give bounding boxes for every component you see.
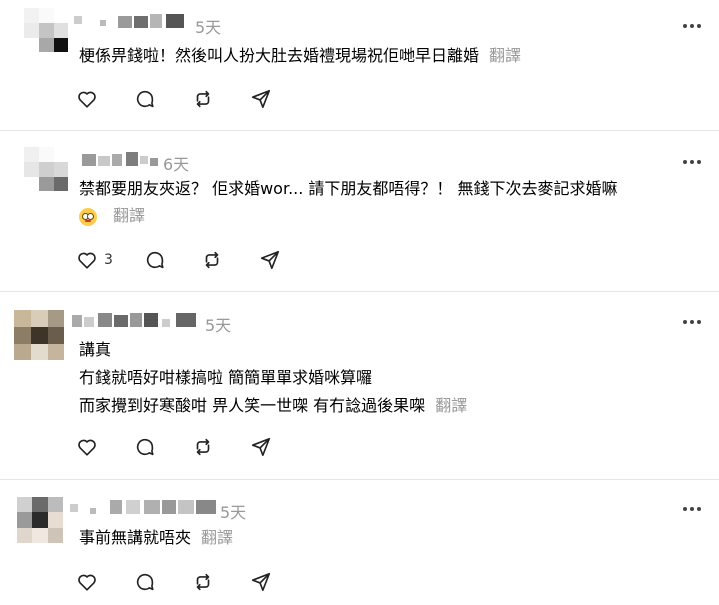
post-text-line: 冇錢就唔好咁樣搞啦 簡簡單單求婚咪算囉 — [79, 368, 373, 387]
repost-icon — [196, 90, 210, 108]
username-blurred[interactable] — [82, 152, 158, 166]
post-text-line: 而家攪到好寒酸咁 畀人笑一世㗎 有冇諗過後果㗎 — [79, 396, 426, 415]
comment-icon — [136, 90, 154, 108]
more-icon[interactable] — [683, 24, 703, 30]
repost-icon — [196, 438, 210, 456]
comment-button[interactable] — [134, 87, 156, 111]
divider — [0, 291, 719, 292]
heart-icon — [78, 252, 96, 269]
comment-button[interactable] — [134, 570, 156, 594]
repost-icon — [205, 251, 219, 269]
post-time: 5天 — [205, 316, 232, 335]
username-blurred[interactable] — [70, 500, 216, 514]
comment-button[interactable] — [144, 248, 166, 272]
share-button[interactable] — [250, 435, 272, 459]
like-button[interactable] — [76, 87, 98, 111]
share-icon — [251, 572, 271, 592]
post-body: 梗係畀錢啦！然後叫人扮大肚去婚禮現場祝佢哋早日離婚 翻譯 — [79, 42, 521, 70]
share-icon — [251, 89, 271, 109]
comment-icon — [146, 251, 164, 269]
like-count: 3 — [104, 252, 113, 268]
share-button[interactable] — [250, 87, 272, 111]
divider — [0, 130, 719, 131]
post-body: 禁都要朋友夾返？ 佢求婚wor... 請下朋友都唔得？！ 無錢下次去麥記求婚嘛 — [79, 175, 618, 203]
repost-button[interactable] — [192, 87, 214, 111]
post-time: 6天 — [163, 155, 190, 174]
username-blurred[interactable] — [72, 313, 196, 327]
heart-icon — [78, 574, 96, 591]
share-button[interactable] — [250, 570, 272, 594]
post-text-line: 禁都要朋友夾返？ 佢求婚wor... 請下朋友都唔得？！ 無錢下次去麥記求婚嘛 — [79, 179, 618, 198]
post-body: 事前無講就唔夾 翻譯 — [79, 524, 233, 552]
post-body-line2: 翻譯 — [79, 202, 145, 230]
post-text-line: 講真 — [79, 340, 112, 359]
comment-button[interactable] — [134, 435, 156, 459]
username-blurred[interactable] — [74, 14, 184, 28]
heart-icon — [78, 91, 96, 108]
avatar[interactable] — [14, 310, 64, 360]
avatar[interactable] — [24, 147, 68, 191]
comment-icon — [136, 573, 154, 591]
post-text-line: 事前無講就唔夾 — [79, 528, 192, 547]
comment-icon — [136, 438, 154, 456]
repost-button[interactable] — [201, 248, 223, 272]
more-icon[interactable] — [683, 507, 703, 513]
share-button[interactable] — [259, 248, 281, 272]
translate-link[interactable]: 翻譯 — [489, 46, 521, 65]
repost-button[interactable] — [192, 570, 214, 594]
post-time: 5天 — [195, 18, 222, 37]
divider — [0, 479, 719, 480]
translate-link[interactable]: 翻譯 — [201, 528, 233, 547]
translate-link[interactable]: 翻譯 — [435, 396, 467, 415]
post-text-line: 梗係畀錢啦！然後叫人扮大肚去婚禮現場祝佢哋早日離婚 — [79, 46, 480, 65]
like-button[interactable]: 3 — [76, 248, 113, 272]
avatar[interactable] — [17, 497, 63, 543]
repost-button[interactable] — [192, 435, 214, 459]
like-button[interactable] — [76, 570, 98, 594]
repost-icon — [196, 573, 210, 591]
avatar[interactable] — [24, 8, 68, 52]
rolling-eyes-emoji — [79, 207, 97, 226]
share-icon — [260, 250, 280, 270]
share-icon — [251, 437, 271, 457]
post-time: 5天 — [220, 503, 247, 522]
post-body: 講真 冇錢就唔好咁樣搞啦 簡簡單單求婚咪算囉 而家攪到好寒酸咁 畀人笑一世㗎 有… — [79, 336, 467, 420]
like-button[interactable] — [76, 435, 98, 459]
translate-link[interactable]: 翻譯 — [113, 206, 145, 225]
more-icon[interactable] — [683, 160, 703, 166]
more-icon[interactable] — [683, 320, 703, 326]
heart-icon — [78, 439, 96, 456]
